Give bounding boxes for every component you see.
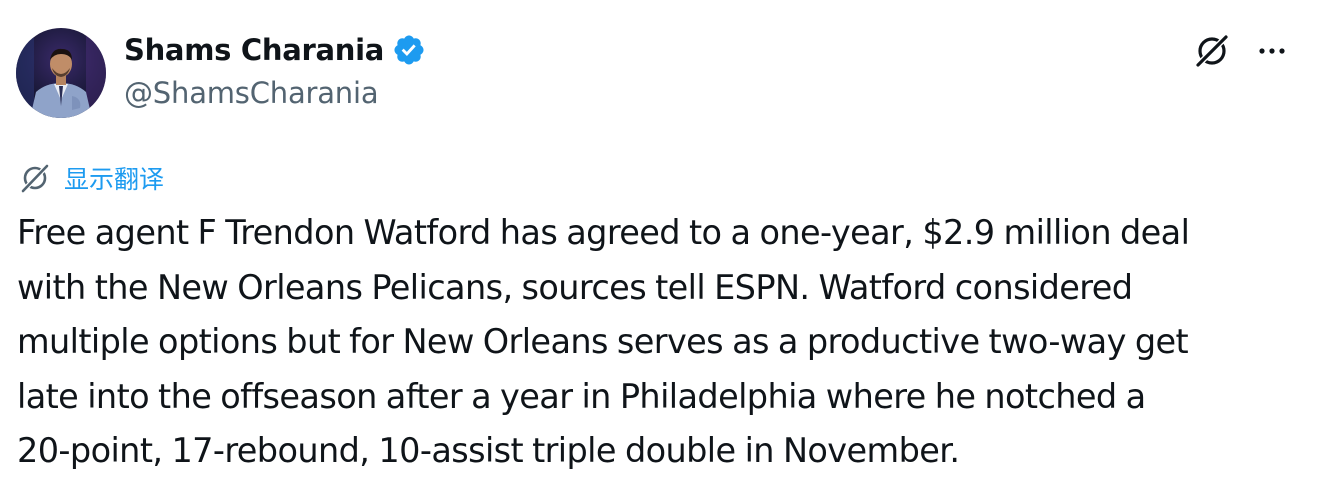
show-translation-link[interactable]: 显示翻译 (18, 160, 164, 196)
more-options-icon[interactable] (1255, 34, 1289, 68)
author-display-name[interactable]: Shams Charania (124, 33, 384, 67)
show-translation-label: 显示翻译 (64, 165, 165, 194)
tweet-top-actions (1191, 30, 1289, 72)
grok-icon[interactable] (1191, 30, 1233, 72)
tweet-text: Free agent F Trendon Watford has agreed … (17, 206, 1317, 479)
avatar-photo (16, 28, 106, 118)
tweet-text-line: Free agent F Trendon Watford has agreed … (17, 213, 1190, 252)
tweet-text-line: multiple options but for New Orleans ser… (17, 322, 1189, 361)
grok-icon (18, 161, 52, 195)
tweet-text-line: late into the offseason after a year in … (17, 376, 1146, 416)
tweet-card: Shams Charania @ShamsCharania 显示翻译 Free … (0, 0, 1327, 491)
tweet-text-line: 20-point, 17-rebound, 10-assist triple d… (17, 431, 960, 470)
author-handle[interactable]: @ShamsCharania (124, 76, 426, 110)
verified-badge-icon[interactable] (392, 33, 426, 67)
author-block: Shams Charania @ShamsCharania (124, 30, 426, 110)
tweet-text-line: with the New Orleans Pelicans, sources t… (17, 267, 1133, 307)
avatar[interactable] (16, 28, 106, 118)
